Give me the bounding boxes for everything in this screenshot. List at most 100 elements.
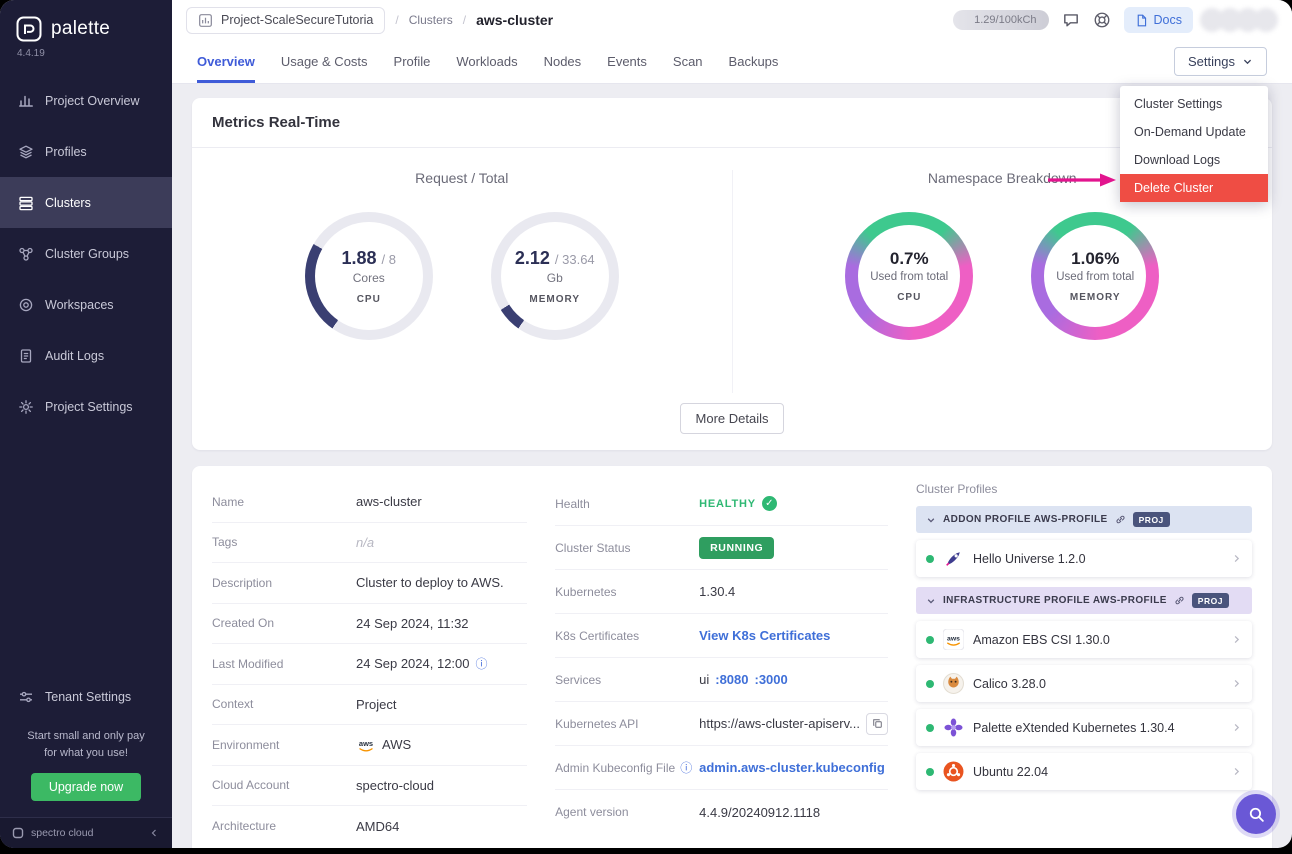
brand-name: palette	[51, 18, 110, 40]
tab-events[interactable]: Events	[607, 40, 647, 83]
tab-usage-costs[interactable]: Usage & Costs	[281, 40, 368, 83]
detail-row-name: Name aws-cluster	[212, 482, 527, 523]
support-lifebuoy-icon[interactable]	[1093, 11, 1111, 29]
sidebar-item-label: Tenant Settings	[45, 690, 131, 704]
chevron-right-icon	[1231, 553, 1242, 564]
menu-item-cluster-settings[interactable]: Cluster Settings	[1120, 90, 1268, 118]
metrics-realtime-card: Metrics Real-Time Incl Request / Total 1…	[192, 98, 1272, 450]
detail-row-k8s-certificates: K8s Certificates View K8s Certificates	[555, 614, 888, 658]
namespace-cpu-donut: 0.7% Used from total CPU	[845, 212, 973, 340]
metrics-title: Metrics Real-Time	[212, 114, 340, 131]
profile-layer-calico[interactable]: Calico 3.28.0	[916, 665, 1252, 702]
calico-cat-icon	[943, 673, 964, 694]
detail-row-architecture: Architecture AMD64	[212, 806, 527, 847]
infrastructure-profile-group-header[interactable]: INFRASTRUCTURE PROFILE AWS-PROFILE PROJ	[916, 587, 1252, 614]
detail-row-kubernetes: Kubernetes 1.30.4	[555, 570, 888, 614]
svg-text:aws: aws	[947, 636, 960, 643]
tab-scan[interactable]: Scan	[673, 40, 703, 83]
info-icon[interactable]: ⓘ	[680, 759, 692, 776]
menu-item-on-demand-update[interactable]: On-Demand Update	[1120, 118, 1268, 146]
detail-row-agent-version: Agent version 4.4.9/20240912.1118	[555, 790, 888, 834]
detail-row-tags: Tags n/a	[212, 523, 527, 564]
settings-button-label: Settings	[1188, 54, 1235, 69]
request-total-title: Request / Total	[415, 170, 508, 186]
proj-scope-badge: PROJ	[1192, 593, 1229, 608]
chevron-right-icon	[1231, 766, 1242, 777]
sidebar-item-audit-logs[interactable]: Audit Logs	[0, 330, 172, 381]
tab-overview[interactable]: Overview	[197, 40, 255, 83]
tab-profile[interactable]: Profile	[394, 40, 431, 83]
chevron-right-icon	[1231, 678, 1242, 689]
profile-layer-palette-extended-kubernetes[interactable]: Palette eXtended Kubernetes 1.30.4	[916, 709, 1252, 746]
info-icon[interactable]: ⓘ	[476, 655, 488, 672]
status-dot-green	[926, 724, 934, 732]
link-icon[interactable]	[1174, 595, 1185, 606]
breadcrumb-current-cluster: aws-cluster	[476, 12, 553, 28]
upgrade-now-button[interactable]: Upgrade now	[31, 773, 141, 801]
brand: palette	[0, 0, 172, 48]
breadcrumb-clusters[interactable]: Clusters	[409, 13, 453, 27]
project-selector[interactable]: Project-ScaleSecureTutoria	[186, 7, 385, 34]
sidebar-item-label: Workspaces	[45, 298, 114, 312]
proj-scope-badge: PROJ	[1133, 512, 1170, 527]
cluster-details-card: Name aws-cluster Tags n/a Description Cl…	[192, 466, 1272, 848]
pxk-flower-icon	[943, 717, 964, 738]
tab-nodes[interactable]: Nodes	[544, 40, 582, 83]
palette-logo-icon	[16, 16, 42, 42]
ubuntu-logo-icon	[943, 761, 964, 782]
settings-dropdown-menu: Cluster Settings On-Demand Update Downlo…	[1120, 86, 1268, 202]
kubeconfig-download-link[interactable]: admin.aws-cluster.kubeconfig	[699, 760, 885, 775]
sidebar-item-label: Project Overview	[45, 94, 139, 108]
breadcrumb-separator: /	[463, 13, 466, 27]
profile-layer-hello-universe[interactable]: Hello Universe 1.2.0	[916, 540, 1252, 577]
sidebar-item-profiles[interactable]: Profiles	[0, 126, 172, 177]
detail-row-last-modified: Last Modified 24 Sep 2024, 12:00 ⓘ	[212, 644, 527, 685]
status-dot-green	[926, 636, 934, 644]
settings-dropdown-button[interactable]: Settings	[1174, 47, 1267, 76]
menu-item-download-logs[interactable]: Download Logs	[1120, 146, 1268, 174]
chevron-down-icon	[926, 515, 936, 525]
tab-backups[interactable]: Backups	[729, 40, 779, 83]
namespace-memory-donut: 1.06% Used from total MEMORY	[1031, 212, 1159, 340]
promo-text: Start small and only pay for what you us…	[0, 722, 172, 763]
sidebar-item-project-overview[interactable]: Project Overview	[0, 75, 172, 126]
sidebar-item-label: Profiles	[45, 145, 87, 159]
view-k8s-certificates-link[interactable]: View K8s Certificates	[699, 628, 830, 643]
collapse-sidebar-icon[interactable]	[148, 827, 160, 839]
sidebar-item-clusters[interactable]: Clusters	[0, 177, 172, 228]
status-dot-green	[926, 680, 934, 688]
sidebar-item-cluster-groups[interactable]: Cluster Groups	[0, 228, 172, 279]
addon-profile-group-header[interactable]: ADDON PROFILE AWS-PROFILE PROJ	[916, 506, 1252, 533]
tab-workloads[interactable]: Workloads	[456, 40, 517, 83]
copy-api-url-button[interactable]	[866, 713, 888, 735]
more-details-button[interactable]: More Details	[680, 403, 785, 434]
project-selector-label: Project-ScaleSecureTutoria	[221, 13, 373, 27]
aws-logo-icon: aws	[356, 738, 376, 752]
sidebar-item-workspaces[interactable]: Workspaces	[0, 279, 172, 330]
breadcrumb-separator: /	[395, 13, 398, 27]
server-list-icon	[18, 195, 34, 211]
link-icon[interactable]	[1115, 514, 1126, 525]
app-version: 4.4.19	[0, 48, 172, 75]
service-port-3000-link[interactable]: :3000	[755, 672, 788, 687]
chevron-down-icon	[1242, 56, 1253, 67]
footer-brand-label: spectro cloud	[31, 827, 93, 839]
running-status-badge: RUNNING	[699, 537, 774, 559]
detail-row-cluster-status: Cluster Status RUNNING	[555, 526, 888, 570]
profile-layer-amazon-ebs-csi[interactable]: aws Amazon EBS CSI 1.30.0	[916, 621, 1252, 658]
chat-icon[interactable]	[1062, 11, 1080, 29]
chevron-down-icon	[926, 596, 936, 606]
topbar-right: 1.29/100kCh Docs	[953, 7, 1278, 33]
request-total-group: Request / Total 1.88 / 8 Cores CPU	[192, 170, 733, 393]
menu-item-delete-cluster[interactable]: Delete Cluster	[1120, 174, 1268, 202]
docs-button[interactable]: Docs	[1124, 7, 1193, 33]
status-dot-green	[926, 768, 934, 776]
namespace-breakdown-title: Namespace Breakdown	[928, 170, 1077, 186]
profile-layer-ubuntu[interactable]: Ubuntu 22.04	[916, 753, 1252, 790]
network-nodes-icon	[18, 246, 34, 262]
sidebar-item-tenant-settings[interactable]: Tenant Settings	[0, 671, 172, 722]
app-window: palette 4.4.19 Project Overview Profiles…	[0, 0, 1292, 848]
service-port-8080-link[interactable]: :8080	[715, 672, 748, 687]
sidebar-item-project-settings[interactable]: Project Settings	[0, 381, 172, 432]
zoom-search-fab[interactable]	[1236, 794, 1276, 834]
